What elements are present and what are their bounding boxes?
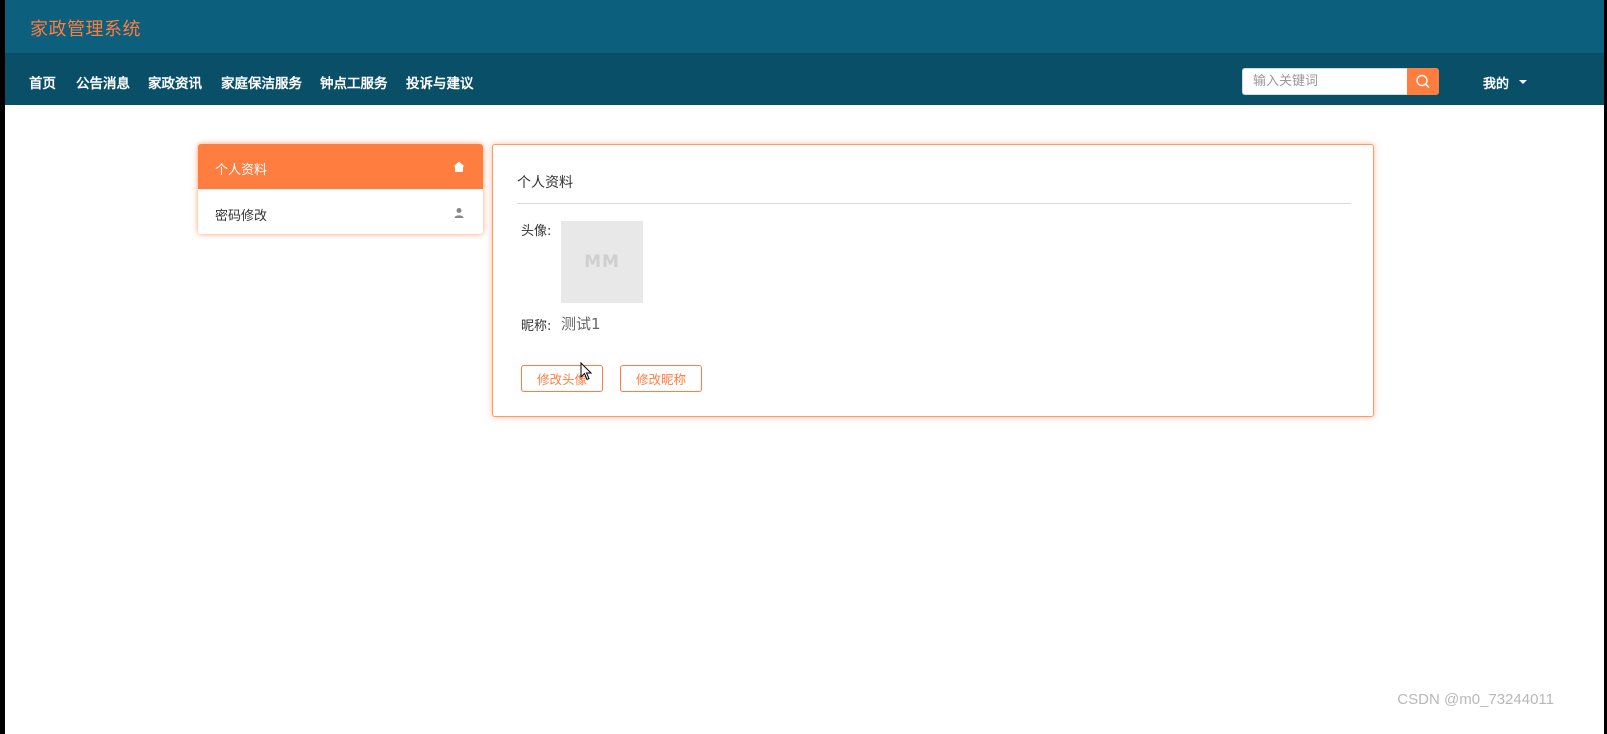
sidebar-item-label: 密码修改 (215, 209, 268, 224)
nickname-value: 测试1 (561, 315, 601, 333)
user-icon (454, 208, 464, 218)
profile-card: 个人资料 头像: MM 昵称: 测试1 修改头像 修改昵称 (492, 144, 1374, 417)
watermark: CSDN @m0_73244011 (1397, 691, 1554, 708)
search-icon (1416, 74, 1430, 88)
avatar-placeholder-text: MM (584, 252, 620, 272)
nav-item-hourly-service[interactable]: 钟点工服务 (320, 72, 388, 92)
app-header: 家政管理系统 (5, 0, 1604, 53)
chevron-down-icon (1519, 80, 1527, 84)
nav-item-news[interactable]: 家政资讯 (148, 72, 202, 92)
home-icon (453, 161, 465, 172)
nav-item-home-cleaning[interactable]: 家庭保洁服务 (221, 72, 302, 92)
divider (517, 203, 1351, 204)
sidebar-item-label: 个人资料 (215, 163, 268, 178)
change-nickname-button[interactable]: 修改昵称 (620, 365, 702, 392)
nav-item-home[interactable]: 首页 (29, 72, 56, 92)
search-input[interactable] (1242, 68, 1407, 95)
nav-item-complaints[interactable]: 投诉与建议 (406, 72, 474, 92)
app-title: 家政管理系统 (30, 19, 141, 40)
my-account-menu[interactable]: 我的 (1483, 73, 1509, 92)
nickname-label: 昵称: (521, 319, 552, 334)
mouse-cursor-icon (580, 362, 593, 381)
nav-item-announcements[interactable]: 公告消息 (76, 72, 130, 92)
left-edge-strip (0, 0, 5, 734)
search-button[interactable] (1407, 68, 1439, 95)
sidebar-item-profile[interactable]: 个人资料 (198, 144, 483, 189)
sidebar-item-password[interactable]: 密码修改 (198, 189, 483, 234)
page-title: 个人资料 (517, 175, 573, 191)
nav-bar: 首页 公告消息 家政资讯 家庭保洁服务 钟点工服务 投诉与建议 我的 (5, 53, 1604, 105)
avatar-label: 头像: (521, 224, 552, 239)
sidebar-menu: 个人资料 密码修改 (198, 144, 483, 234)
avatar: MM (561, 221, 643, 303)
